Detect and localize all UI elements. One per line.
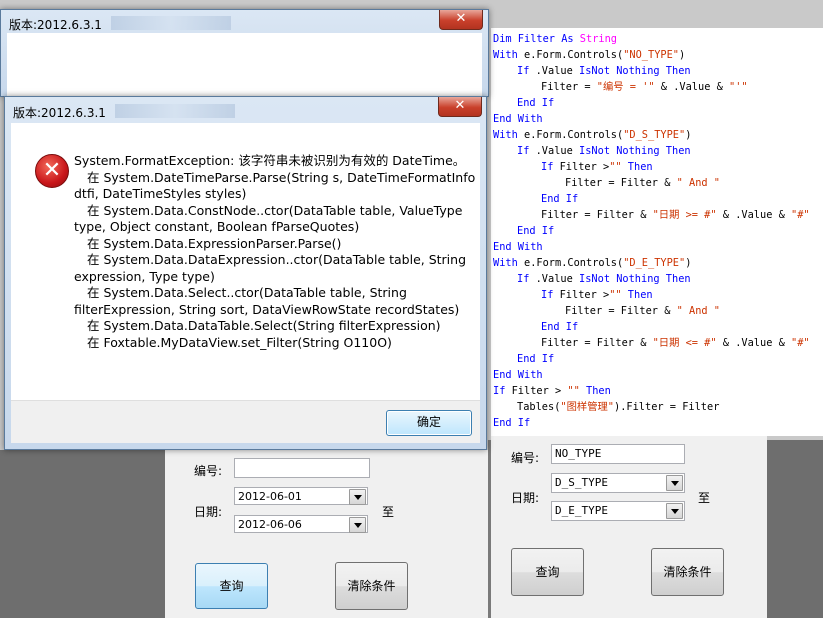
code-line: End With xyxy=(493,369,543,381)
background-area-right xyxy=(767,440,823,618)
code-line: If Filter > "" Then xyxy=(493,385,611,397)
ok-button[interactable]: 确定 xyxy=(386,410,472,436)
error-message-line: 在 System.Data.DataExpression..ctor(DataT… xyxy=(87,252,467,267)
code-line: Filter = Filter & " And " xyxy=(565,305,720,317)
error-message-line: System.FormatException: 该字符串未被识别为有效的 Dat… xyxy=(74,153,466,168)
error-icon: ✕ xyxy=(35,154,69,188)
number-label: 编号: xyxy=(511,451,540,465)
error-icon-glyph: ✕ xyxy=(42,158,62,183)
number-label: 编号: xyxy=(194,464,223,478)
error-message-line: dtfi, DateTimeStyles styles) xyxy=(74,186,247,201)
code-line: If Filter >"" Then xyxy=(541,289,653,301)
dialog-close-button[interactable]: ✕ xyxy=(438,97,482,117)
code-editor-panel: Dim Filter As String With e.Form.Control… xyxy=(491,28,823,436)
code-line: End If xyxy=(517,97,555,109)
number-input[interactable] xyxy=(234,458,370,478)
end-date-picker[interactable]: 2012-06-06 xyxy=(234,515,368,533)
end-date-value: D_E_TYPE xyxy=(555,504,608,517)
error-message-line: 在 System.DateTimeParse.Parse(String s, D… xyxy=(87,169,476,185)
to-label: 至 xyxy=(698,491,711,505)
code-line: Filter = Filter & "日期 <= #" & .Value & "… xyxy=(541,337,810,349)
code-line: End With xyxy=(493,113,543,125)
start-date-picker[interactable]: D_S_TYPE xyxy=(551,473,685,493)
code-line: Tables("图样管理").Filter = Filter xyxy=(517,401,720,413)
error-message-line: 在 System.Data.ConstNode..ctor(DataTable … xyxy=(87,202,463,218)
error-message-line: expression, Type type) xyxy=(74,268,215,284)
error-message-line: 在 System.Data.Select..ctor(DataTable tab… xyxy=(87,285,407,300)
to-label: 至 xyxy=(382,505,395,519)
chevron-down-icon[interactable] xyxy=(666,503,683,519)
error-message-line: 在 System.Data.ExpressionParser.Parse() xyxy=(87,235,342,251)
code-line: Filter = Filter & " And " xyxy=(565,177,720,189)
error-message-line: type, Object constant, Boolean fParseQuo… xyxy=(74,219,360,234)
error-message-line: 在 System.Data.DataTable.Select(String fi… xyxy=(87,318,441,333)
number-input[interactable]: NO_TYPE xyxy=(551,444,685,464)
error-message: System.FormatException: 该字符串未被识别为有效的 Dat… xyxy=(74,153,476,351)
number-value: NO_TYPE xyxy=(555,447,602,460)
window-title: 版本:2012.6.3.1 xyxy=(9,18,102,32)
code-line: End If xyxy=(541,321,579,333)
code-line: Dim Filter As String xyxy=(493,33,617,45)
code-line: If Filter >"" Then xyxy=(541,161,653,173)
clear-conditions-button[interactable]: 清除条件 xyxy=(335,562,408,610)
close-button[interactable]: ✕ xyxy=(439,10,483,30)
background-window: 版本:2012.6.3.1 ✕ xyxy=(0,9,489,97)
code-line: End If xyxy=(517,353,555,365)
start-date-picker[interactable]: 2012-06-01 xyxy=(234,487,368,505)
background-area-left xyxy=(0,450,165,618)
query-button[interactable]: 查询 xyxy=(195,563,268,609)
code-line: End With xyxy=(493,241,543,253)
error-message-line: 在 Foxtable.MyDataView.set_Filter(String … xyxy=(87,334,392,350)
blurred-title-region xyxy=(115,104,235,118)
query-button[interactable]: 查询 xyxy=(511,548,584,596)
end-date-picker[interactable]: D_E_TYPE xyxy=(551,501,685,521)
date-label: 日期: xyxy=(194,505,223,519)
chevron-down-icon[interactable] xyxy=(349,489,366,505)
window-client-area xyxy=(7,33,482,96)
code-line: Filter = "编号 = '" & .Value & "'" xyxy=(541,81,748,93)
panel-divider xyxy=(488,440,491,618)
code-line: If .Value IsNot Nothing Then xyxy=(517,145,691,157)
clear-conditions-button[interactable]: 清除条件 xyxy=(651,548,724,596)
dialog-title: 版本:2012.6.3.1 xyxy=(13,106,106,120)
code-line: End If xyxy=(541,193,579,205)
code-line: With e.Form.Controls("D_S_TYPE") xyxy=(493,129,692,141)
code-line: Filter = Filter & "日期 >= #" & .Value & "… xyxy=(541,209,810,221)
blurred-title-region xyxy=(111,16,231,30)
end-date-value: 2012-06-06 xyxy=(238,518,302,531)
start-date-value: D_S_TYPE xyxy=(555,476,608,489)
chevron-down-icon[interactable] xyxy=(349,517,366,533)
date-label: 日期: xyxy=(511,491,540,505)
code-line: If .Value IsNot Nothing Then xyxy=(517,65,691,77)
code-line: If .Value IsNot Nothing Then xyxy=(517,273,691,285)
code-line: End If xyxy=(517,225,555,237)
chevron-down-icon[interactable] xyxy=(666,475,683,491)
error-dialog: 版本:2012.6.3.1 ✕ ✕ System.FormatException… xyxy=(4,96,487,450)
code-line: With e.Form.Controls("NO_TYPE") xyxy=(493,49,686,61)
start-date-value: 2012-06-01 xyxy=(238,490,302,503)
code-line: With e.Form.Controls("D_E_TYPE") xyxy=(493,257,692,269)
error-message-line: filterExpression, String sort, DataViewR… xyxy=(74,301,460,317)
code-line: End If xyxy=(493,417,531,429)
